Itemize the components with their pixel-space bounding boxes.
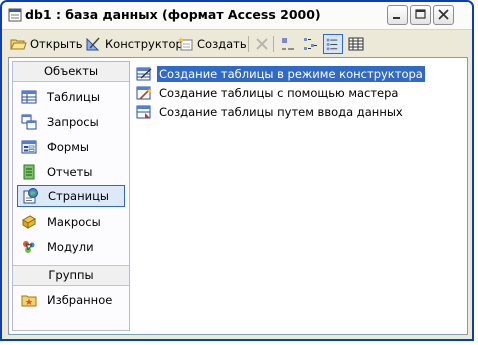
delete-button[interactable] (254, 34, 273, 54)
title-bar[interactable]: db1 : база данных (формат Access 2000) (2, 2, 472, 30)
design-button[interactable]: Конструктор (85, 34, 183, 54)
window-title: db1 : база данных (формат Access 2000) (25, 7, 321, 22)
new-object-icon (178, 37, 193, 51)
database-window: db1 : база данных (формат Access 2000) О… (0, 0, 474, 341)
objects-bar: Объекты Таблицы Запросы Формы Отчеты Стр… (12, 61, 130, 331)
sidebar-item-favorites[interactable]: Избранное (17, 289, 125, 311)
groups-header[interactable]: Группы (13, 266, 129, 286)
sidebar-item-label: Страницы (48, 189, 109, 203)
close-button[interactable] (433, 5, 454, 25)
sidebar-item-label: Отчеты (47, 165, 93, 179)
open-label: Открыть (30, 37, 83, 51)
sidebar-item-queries[interactable]: Запросы (17, 111, 125, 133)
open-folder-icon (10, 39, 27, 50)
list-item-design-view[interactable]: Создание таблицы в режиме конструктора (136, 65, 425, 82)
wizard-icon (136, 86, 152, 100)
close-icon (438, 9, 449, 20)
small-icons-icon (304, 38, 317, 50)
sidebar-item-macros[interactable]: Макросы (17, 211, 125, 233)
modules-icon (23, 241, 35, 253)
pages-icon (23, 188, 38, 204)
sidebar-item-label: Избранное (47, 293, 113, 307)
small-icons-button[interactable] (302, 34, 321, 54)
sidebar-item-label: Макросы (47, 215, 101, 229)
content-panel: Объекты Таблицы Запросы Формы Отчеты Стр… (8, 57, 468, 335)
queries-icon (21, 114, 37, 130)
list-view-icon (326, 38, 338, 51)
sidebar-item-label: Запросы (47, 115, 99, 129)
maximize-icon (415, 9, 426, 19)
large-icons-icon (282, 38, 294, 50)
macros-icon (22, 215, 36, 229)
list-view-button[interactable] (323, 34, 343, 54)
list-item-label: Создание таблицы путем ввода данных (159, 104, 403, 119)
favorites-icon (21, 295, 37, 307)
toolbar-separator (248, 36, 249, 52)
sidebar-item-label: Формы (47, 140, 89, 154)
sidebar-item-pages[interactable]: Страницы (17, 185, 125, 207)
sidebar-item-modules[interactable]: Модули (17, 236, 125, 258)
list-item-label: Создание таблицы с помощью мастера (159, 85, 399, 100)
large-icons-button[interactable] (280, 34, 299, 54)
database-icon (8, 8, 22, 22)
sidebar-item-forms[interactable]: Формы (17, 136, 125, 158)
minimize-button[interactable] (387, 5, 408, 25)
design-ruler-icon (86, 37, 100, 51)
sidebar-item-tables[interactable]: Таблицы (17, 86, 125, 108)
design-view-icon (136, 67, 152, 80)
minimize-icon (393, 17, 400, 19)
reports-icon (23, 164, 35, 180)
list-item-datasheet[interactable]: Создание таблицы путем ввода данных (136, 103, 405, 120)
new-label: Создать (197, 37, 247, 51)
design-label: Конструктор (105, 37, 183, 51)
sidebar-item-label: Модули (47, 240, 94, 254)
forms-icon (21, 140, 37, 154)
sidebar-item-reports[interactable]: Отчеты (17, 161, 125, 183)
tables-icon (21, 90, 37, 104)
delete-icon (256, 38, 268, 50)
details-view-button[interactable] (348, 34, 367, 54)
datasheet-icon (136, 105, 151, 118)
list-item-wizard[interactable]: Создание таблицы с помощью мастера (136, 84, 400, 101)
list-item-label: Создание таблицы в режиме конструктора (157, 65, 425, 82)
objects-header[interactable]: Объекты (13, 62, 129, 82)
open-button[interactable]: Открыть (10, 34, 83, 54)
details-view-icon (348, 37, 364, 51)
toolbar: Открыть Конструктор Создать (8, 33, 466, 55)
new-button[interactable]: Создать (178, 34, 247, 54)
maximize-button[interactable] (410, 5, 431, 25)
toolbar-separator (273, 36, 274, 52)
sidebar-item-label: Таблицы (47, 90, 100, 104)
